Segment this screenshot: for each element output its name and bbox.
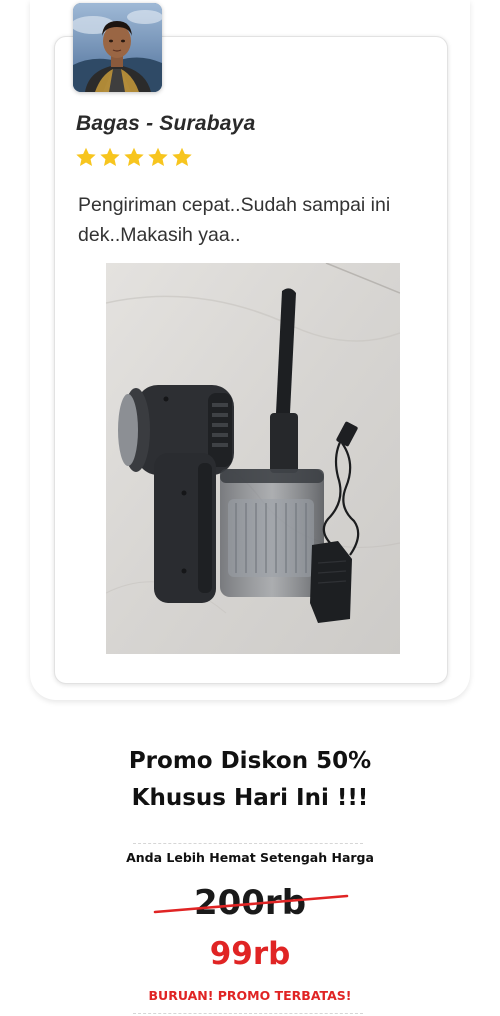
promo-title-line2: Khusus Hari Ini !!! (131, 785, 369, 811)
new-price: 99rb (209, 936, 291, 972)
divider-bottom (133, 1013, 363, 1014)
star-rating (75, 147, 193, 168)
star-icon (148, 147, 168, 166)
star-icon (76, 147, 96, 166)
review-text: Pengiriman cepat..Sudah sampai ini dek..… (78, 194, 391, 246)
promo-title-line1: Promo Diskon 50% (128, 748, 372, 774)
avatar-photo (73, 3, 162, 92)
star-icon (172, 147, 192, 166)
reviewer-avatar (73, 3, 162, 92)
reviewer-name: Bagas - Surabaya (76, 112, 256, 135)
star-icon (100, 147, 120, 166)
product-photo (106, 263, 400, 654)
savings-text: Anda Lebih Hemat Setengah Harga (126, 850, 374, 865)
price-strike-line (153, 894, 349, 914)
divider (133, 843, 363, 844)
star-icon (124, 147, 144, 166)
product-image (106, 263, 400, 654)
promo-title: Promo Diskon 50% Khusus Hari Ini !!! (0, 743, 500, 817)
urgency-text: BURUAN! PROMO TERBATAS! (148, 988, 352, 1003)
